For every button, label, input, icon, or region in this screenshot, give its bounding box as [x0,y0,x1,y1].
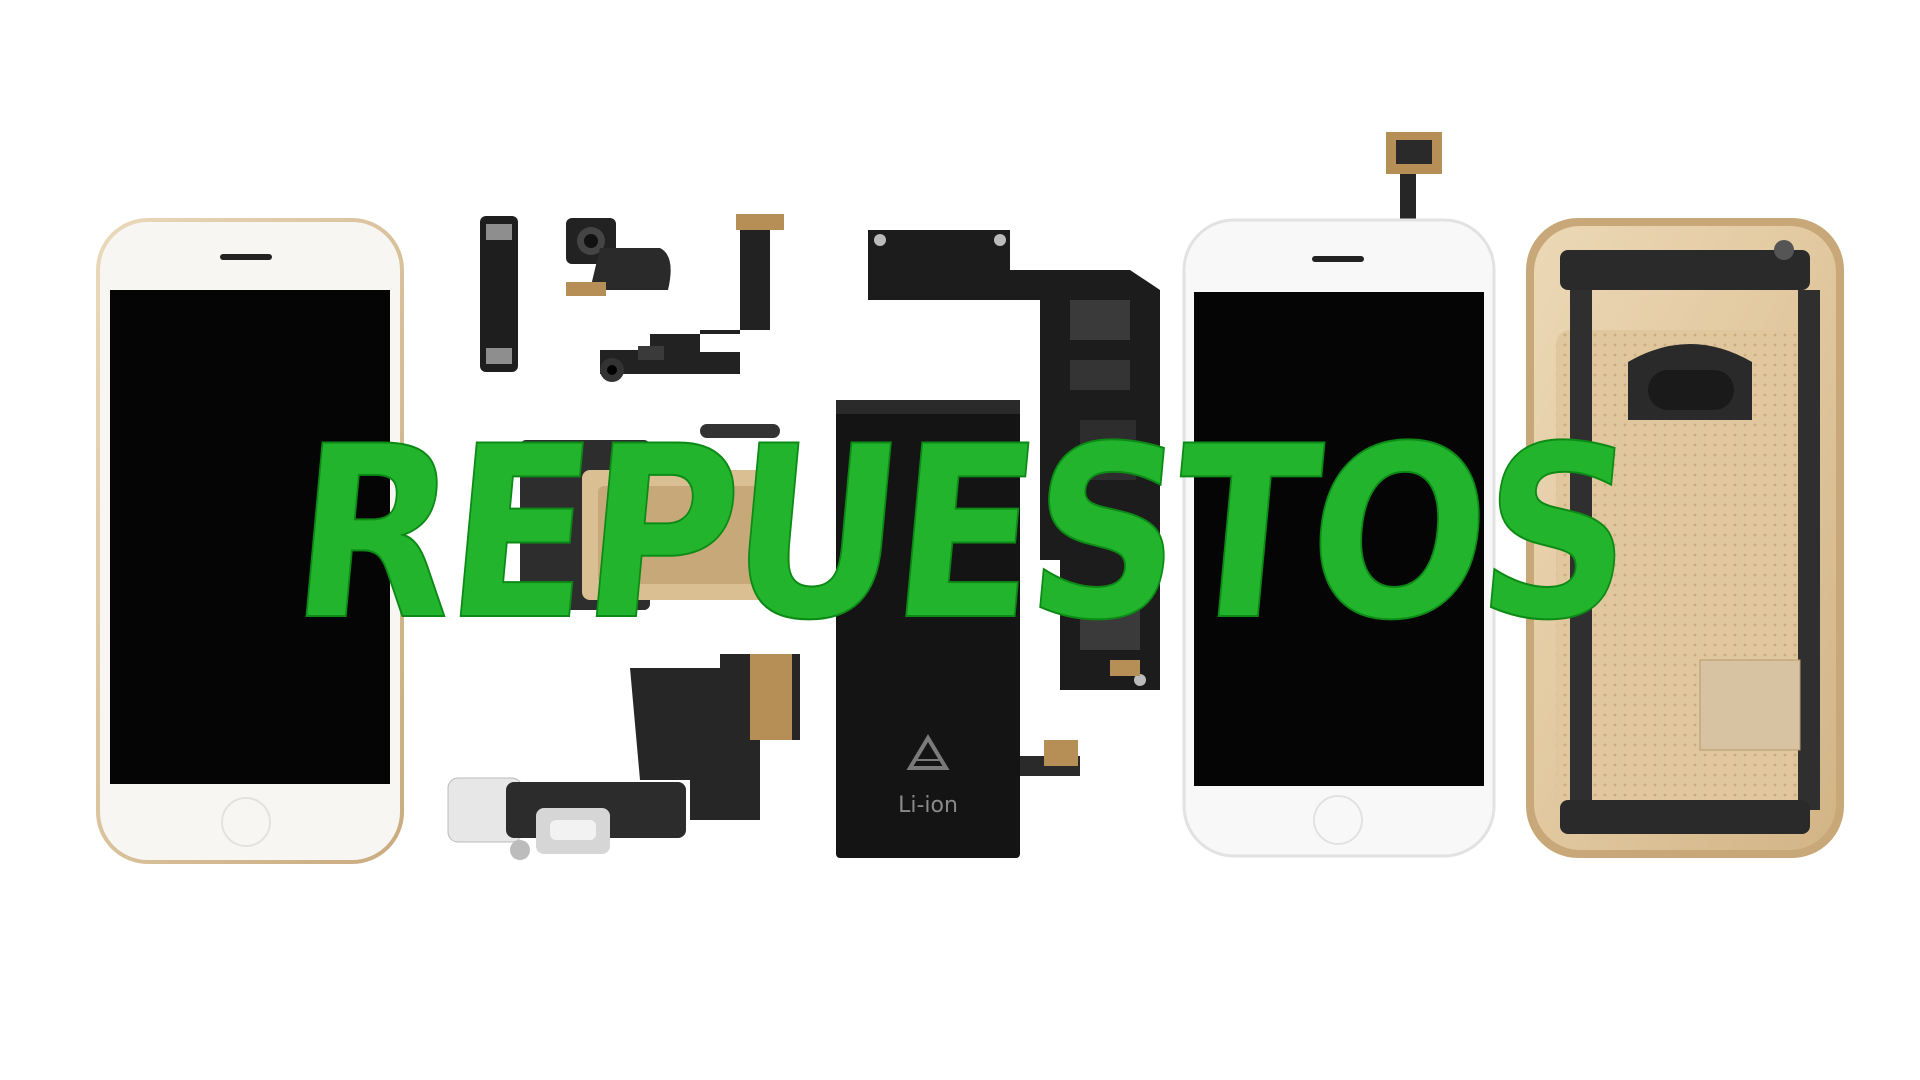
rear-camera [566,218,671,296]
title-overlay: REPUESTOS [0,395,1920,695]
vibration-motor [480,216,518,372]
front-camera-flex [600,214,784,382]
title-text: REPUESTOS [281,395,1639,674]
battery-label: Li-ion [898,793,958,818]
